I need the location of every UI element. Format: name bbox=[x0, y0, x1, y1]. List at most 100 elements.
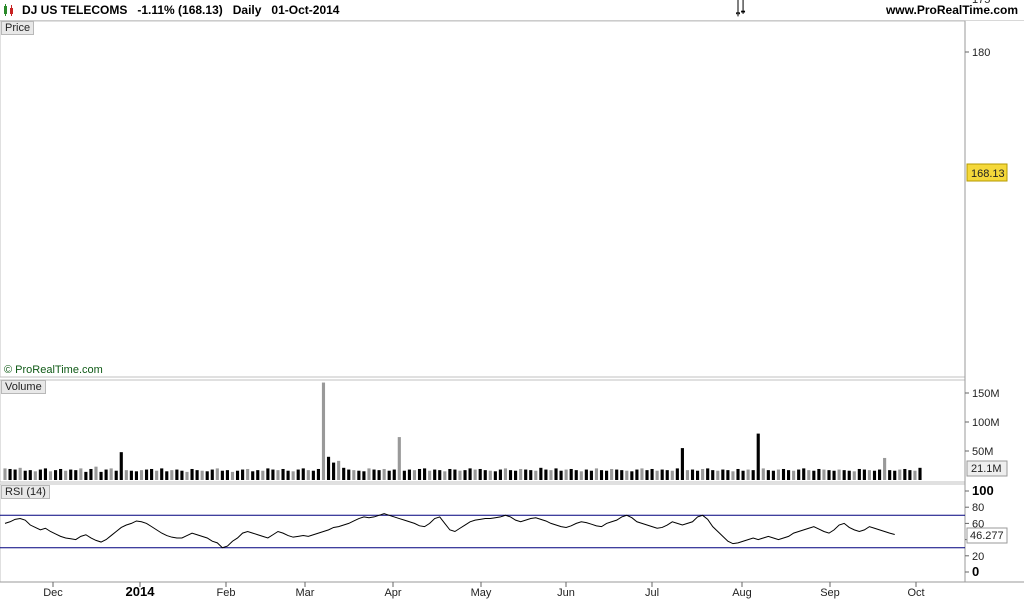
volume-bar bbox=[832, 470, 836, 480]
volume-bar bbox=[857, 468, 861, 480]
volume-bar bbox=[301, 468, 305, 480]
volume-bar bbox=[453, 469, 457, 480]
volume-bar bbox=[104, 469, 108, 480]
volume-bar bbox=[701, 468, 705, 480]
volume-bar bbox=[913, 470, 917, 480]
volume-bar bbox=[443, 471, 447, 480]
volume-bar bbox=[286, 470, 290, 480]
x-tick-label: May bbox=[471, 587, 492, 599]
volume-bar bbox=[13, 469, 17, 480]
volume-bar bbox=[33, 471, 37, 480]
volume-bar bbox=[736, 468, 740, 480]
volume-bar bbox=[246, 468, 250, 480]
volume-bar bbox=[650, 468, 654, 480]
volume-bar bbox=[817, 468, 821, 480]
price-chart[interactable]: 150155160165170175180 50M100M150M 020406… bbox=[0, 0, 1024, 600]
volume-bar bbox=[109, 468, 113, 480]
volume-bar bbox=[170, 470, 174, 480]
volume-bar bbox=[721, 469, 725, 480]
volume-bar bbox=[625, 470, 629, 480]
volume-bar bbox=[696, 470, 700, 480]
volume-bar bbox=[423, 468, 427, 480]
price-tick-label: 180 bbox=[972, 47, 990, 59]
volume-bar bbox=[716, 470, 720, 480]
volume-last-tag: 21.1M bbox=[966, 460, 1008, 477]
volume-bar bbox=[342, 467, 346, 480]
volume-bar bbox=[756, 433, 760, 480]
volume-bar bbox=[488, 470, 492, 480]
volume-bar bbox=[685, 470, 690, 480]
volume-bar bbox=[129, 470, 133, 480]
volume-bar bbox=[200, 470, 204, 480]
volume-bar bbox=[433, 469, 437, 480]
volume-bar bbox=[28, 470, 32, 480]
rsi-panel-label: RSI (14) bbox=[1, 485, 50, 499]
rsi-tick-label: 100 bbox=[972, 483, 994, 498]
volume-bar bbox=[185, 471, 189, 480]
rsi-last-tag: 46.277 bbox=[966, 527, 1008, 544]
volume-bar bbox=[584, 469, 588, 480]
volume-bar bbox=[589, 470, 593, 480]
volume-bar bbox=[478, 468, 482, 480]
volume-bar bbox=[574, 470, 578, 480]
volume-bar bbox=[802, 468, 806, 480]
volume-bar bbox=[144, 469, 149, 480]
volume-bar bbox=[498, 469, 502, 480]
rsi-tick-label: 80 bbox=[972, 502, 984, 514]
volume-bar bbox=[428, 470, 432, 480]
volume-bar bbox=[610, 468, 614, 480]
volume-bar bbox=[266, 468, 270, 480]
volume-bar bbox=[660, 469, 664, 480]
volume-bar bbox=[630, 471, 634, 480]
volume-bar bbox=[483, 470, 487, 480]
volume-bar bbox=[230, 471, 235, 480]
volume-bar bbox=[827, 470, 831, 480]
volume-bar bbox=[311, 470, 315, 480]
candle-body bbox=[736, 12, 740, 15]
x-tick-label: Mar bbox=[296, 587, 315, 599]
volume-bar bbox=[281, 468, 285, 480]
volume-bar bbox=[448, 468, 452, 480]
volume-bar bbox=[493, 471, 497, 480]
volume-bar bbox=[225, 470, 229, 480]
volume-bar bbox=[872, 470, 877, 480]
price-panel-label: Price bbox=[1, 21, 35, 35]
volume-bar bbox=[888, 470, 892, 480]
volume-bar bbox=[599, 470, 604, 480]
volume-bar bbox=[362, 471, 366, 480]
volume-bar bbox=[751, 470, 755, 480]
volume-panel-label: Volume bbox=[1, 380, 46, 394]
volume-bar bbox=[94, 466, 98, 480]
volume-bar bbox=[256, 470, 260, 480]
x-tick-label: Aug bbox=[732, 587, 752, 599]
volume-bar bbox=[893, 470, 897, 480]
volume-bar bbox=[306, 470, 310, 480]
volume-bar bbox=[210, 469, 214, 480]
volume-bar bbox=[524, 469, 528, 480]
x-tick-label: Jun bbox=[557, 587, 575, 599]
volume-bar bbox=[746, 469, 750, 480]
volume-bar bbox=[665, 470, 669, 480]
volume-bar bbox=[792, 470, 796, 480]
volume-bar bbox=[8, 468, 12, 480]
volume-bar bbox=[781, 468, 786, 480]
price-tick-label: 175 bbox=[972, 0, 990, 6]
volume-bar bbox=[731, 471, 735, 480]
volume-bar bbox=[438, 470, 442, 480]
candle-body bbox=[741, 10, 746, 13]
x-tick-label: Jul bbox=[645, 587, 659, 599]
volume-bar bbox=[372, 469, 376, 480]
volume-bar bbox=[903, 468, 907, 480]
volume-bar bbox=[812, 470, 816, 480]
volume-bar bbox=[382, 468, 386, 480]
volume-bar bbox=[175, 469, 179, 480]
volume-bar bbox=[569, 468, 573, 480]
volume-bar bbox=[235, 470, 240, 480]
volume-bar bbox=[251, 471, 255, 480]
volume-bar bbox=[79, 468, 83, 480]
volume-bar bbox=[205, 471, 209, 480]
volume-bar bbox=[367, 468, 371, 480]
volume-bar bbox=[468, 468, 472, 480]
x-tick-label: Dec bbox=[43, 587, 63, 599]
volume-bar bbox=[377, 470, 381, 480]
